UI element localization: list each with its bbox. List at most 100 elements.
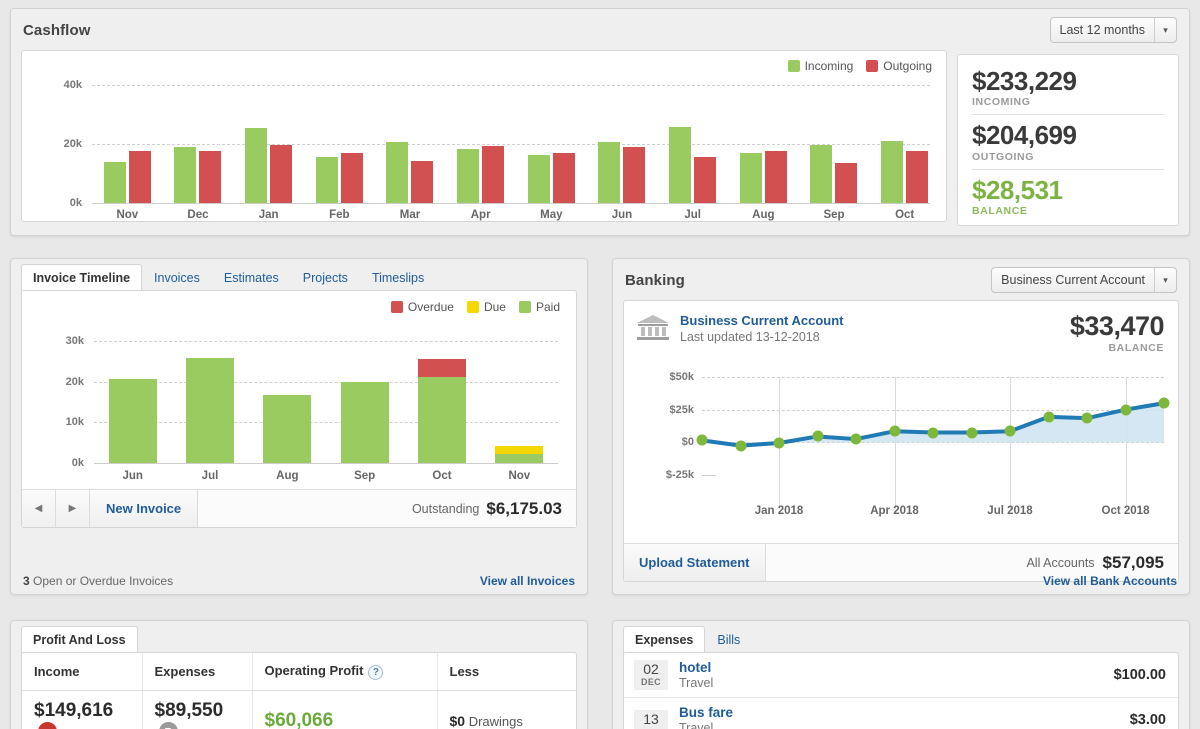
x-tick-label: Jun [94,470,171,482]
pnl-value-row: $149,616− $89,550= $60,066 $0 Drawings [22,691,576,729]
tab-profit-and-loss[interactable]: Profit And Loss [21,626,138,653]
pnl-less-cell: $0 Drawings [437,691,576,729]
expenses-panel: ExpensesBills 02 DEC hotel Travel $100.0… [612,620,1190,729]
summary-outgoing: $204,699 OUTGOING [972,114,1164,168]
stacked-bar [495,333,543,463]
bar-outgoing [765,151,787,203]
cashflow-header: Cashflow Last 12 months ▾ [11,9,1189,50]
pnl-tabs: Profit And Loss [11,621,587,652]
expense-row[interactable]: 02 DEC hotel Travel $100.00 [624,653,1178,698]
tab-estimates[interactable]: Estimates [212,264,291,291]
bank-last-updated: Last updated 13-12-2018 [680,330,844,344]
pnl-operating-profit-cell: $60,066 [252,691,437,729]
data-point [851,434,862,445]
pnl-table: Income Expenses Operating Profit? Less $… [22,653,576,729]
pnl-less-amount: $0 [450,713,466,729]
segment-paid [263,395,311,463]
bar-incoming [528,155,550,203]
y-tick-label: 0k [52,457,84,469]
cashflow-chart: 0k20k40k Nov Dec Jan Feb Mar Apr [22,51,946,221]
view-all-invoices-link[interactable]: View all Invoices [480,574,575,588]
data-point [928,427,939,438]
summary-balance-label: BALANCE [972,205,1164,217]
segment-paid [109,379,157,464]
y-tick-label: 0k [50,197,82,209]
bar-incoming [457,149,479,203]
x-tick-label: Oct [869,209,940,221]
pnl-income-cell: $149,616− [22,691,142,729]
pnl-col-income: Income [22,653,142,691]
x-tick-label: Jun [587,209,658,221]
outstanding-label: Outstanding [412,502,479,516]
bar-outgoing [623,147,645,203]
cashflow-summary: $233,229 INCOMING $204,699 OUTGOING $28,… [957,54,1179,226]
bar-outgoing [199,151,221,203]
data-point [1159,398,1170,409]
tab-timeslips[interactable]: Timeslips [360,264,436,291]
bar-group [516,73,587,203]
cashflow-range-dropdown[interactable]: Last 12 months ▾ [1050,17,1177,43]
expenses-tabs: ExpensesBills [613,621,1189,652]
tab-projects[interactable]: Projects [291,264,360,291]
summary-incoming-label: INCOMING [972,96,1164,108]
bank-balance-value: $33,470 [1070,313,1164,340]
banking-panel: Banking Business Current Account ▾ [612,258,1190,595]
bar-incoming [174,147,196,203]
open-overdue-summary: 3 Open or Overdue Invoices [23,574,173,588]
banking-panel-footer: View all Bank Accounts [613,568,1189,594]
bar-outgoing [270,145,292,203]
expenses-body: 02 DEC hotel Travel $100.00 13 Bus fare … [623,652,1179,729]
bank-account-dropdown[interactable]: Business Current Account ▾ [991,267,1177,293]
pnl-header-row: Income Expenses Operating Profit? Less [22,653,576,691]
data-point [735,440,746,451]
bar-group [799,73,870,203]
x-tick-label: Aug [728,209,799,221]
tab-invoice-timeline[interactable]: Invoice Timeline [21,264,142,291]
expense-amount: $3.00 [1130,712,1166,728]
axis-line [92,203,930,204]
next-period-button[interactable]: ▶ [56,490,90,527]
data-point [697,435,708,446]
invoice-tabs: Invoice TimelineInvoicesEstimatesProject… [11,259,587,290]
view-all-bank-accounts-link[interactable]: View all Bank Accounts [1043,574,1177,588]
bank-balance-chart: $-25k$0$25k$50kJan 2018Apr 2018Jul 2018O… [624,367,1178,517]
help-icon[interactable]: ? [368,665,383,680]
bar-group [163,73,234,203]
bank-balance: $33,470 BALANCE [1070,313,1164,354]
cashflow-chart-body: Incoming Outgoing 0k20k40k Nov Dec Jan F… [21,50,947,222]
expense-date: 13 [634,710,668,729]
expense-category: Travel [679,721,733,729]
summary-outgoing-label: OUTGOING [972,151,1164,163]
invoice-panel-footer: 3 Open or Overdue Invoices View all Invo… [11,568,587,594]
stacked-bar [418,333,466,463]
x-tick-label: Jan [233,209,304,221]
outstanding-total: Outstanding $6,175.03 [412,490,576,527]
prev-period-button[interactable]: ◀ [22,490,56,527]
new-invoice-button[interactable]: New Invoice [90,490,198,527]
x-tick-label: Sep [326,470,403,482]
chevron-down-icon: ▾ [1154,18,1176,42]
y-tick-label: 40k [50,79,82,91]
x-tick-label: Jul [171,470,248,482]
bar-group [587,73,658,203]
bar-outgoing [906,151,928,203]
tab-invoices[interactable]: Invoices [142,264,212,291]
segment-paid [495,454,543,463]
cashflow-range-value: Last 12 months [1051,18,1154,42]
expense-row[interactable]: 13 Bus fare Travel $3.00 [624,698,1178,729]
open-overdue-count: 3 [23,574,30,588]
expense-date: 02 DEC [634,660,668,690]
bank-account-name-link[interactable]: Business Current Account [680,313,844,328]
dashboard-page: Cashflow Last 12 months ▾ Incoming Outgo… [0,0,1200,729]
tab-expenses[interactable]: Expenses [623,626,705,653]
bar-incoming [598,142,620,203]
invoice-footer-bar: ◀ ▶ New Invoice Outstanding $6,175.03 [22,489,576,527]
expense-title-link[interactable]: hotel [679,660,713,675]
gridline [94,422,558,423]
expense-title-link[interactable]: Bus fare [679,705,733,720]
bar-outgoing [411,161,433,203]
bar-incoming [316,157,338,203]
bar-outgoing [553,153,575,203]
data-point [889,426,900,437]
tab-bills[interactable]: Bills [705,626,752,653]
